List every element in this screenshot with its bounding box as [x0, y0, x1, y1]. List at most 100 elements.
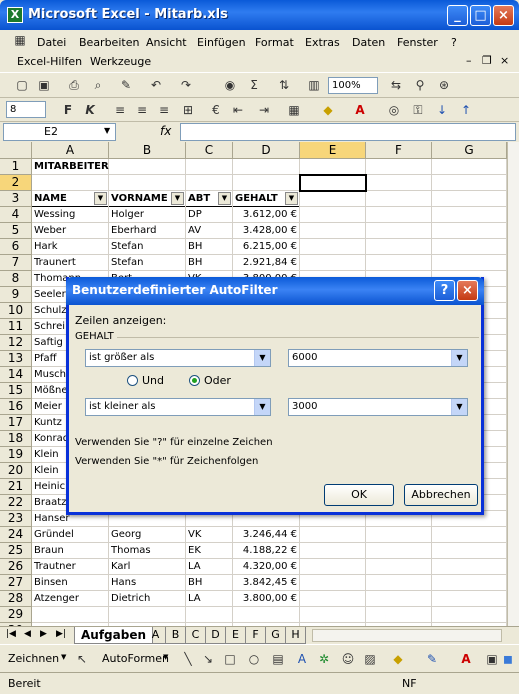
row-header-13[interactable]: 13 — [0, 351, 32, 367]
sheet-tab-a[interactable]: A — [146, 627, 166, 644]
table-cell[interactable]: 4.188,22 € — [233, 543, 299, 559]
row-header-2[interactable]: 2 — [0, 175, 32, 191]
sheet-tab-e[interactable]: E — [226, 627, 246, 644]
row-header-27[interactable]: 27 — [0, 575, 32, 591]
name-box-dropdown-icon[interactable]: ▼ — [104, 126, 110, 135]
dialog-close-button[interactable]: × — [457, 280, 478, 301]
3d-icon[interactable]: ◼ — [500, 651, 516, 667]
selected-cell-e2[interactable] — [299, 174, 367, 192]
oval-icon[interactable]: ○ — [246, 651, 262, 667]
shadow-icon[interactable]: ▣ — [484, 651, 500, 667]
diagram-icon[interactable]: ✲ — [316, 651, 332, 667]
menu-help[interactable]: ? — [451, 36, 457, 49]
table-cell[interactable]: 3.842,45 € — [233, 575, 299, 591]
table-cell[interactable]: LA — [186, 591, 232, 607]
row-header-26[interactable]: 26 — [0, 559, 32, 575]
doc-minimize-icon[interactable]: – — [466, 54, 472, 67]
align-right-icon[interactable]: ≡ — [156, 102, 172, 118]
row-header-4[interactable]: 4 — [0, 207, 32, 223]
table-cell[interactable]: Karl — [109, 559, 185, 575]
und-radio[interactable] — [127, 375, 138, 386]
column-header-g[interactable]: G — [432, 142, 507, 159]
picture-icon[interactable]: ▨ — [362, 651, 378, 667]
table-cell[interactable]: Stefan — [109, 255, 185, 271]
row-header-16[interactable]: 16 — [0, 399, 32, 415]
sheet-tab-h[interactable]: H — [286, 627, 306, 644]
chevron-down-icon[interactable]: ▼ — [451, 350, 467, 366]
sheet-tab-f[interactable]: F — [246, 627, 266, 644]
oder-radio[interactable] — [189, 375, 200, 386]
tab-prev-icon[interactable]: ◀ — [24, 629, 31, 639]
draw-menu-button[interactable]: Zeichnen — [8, 652, 59, 665]
sheet-tab-aufgaben[interactable]: Aufgaben — [74, 627, 154, 644]
preview-icon[interactable]: ⌕ — [90, 77, 106, 93]
close-button[interactable]: × — [493, 5, 514, 26]
autofilter-dropdown-icon[interactable]: ▼ — [171, 192, 184, 205]
doc-restore-icon[interactable]: ❐ — [482, 54, 492, 67]
rectangle-icon[interactable]: □ — [222, 651, 238, 667]
arrow-tool-icon[interactable]: ↘ — [200, 651, 216, 667]
save-icon[interactable]: ▣ — [36, 77, 52, 93]
sheet-tab-d[interactable]: D — [206, 627, 226, 644]
table-cell[interactable]: Gründel — [32, 527, 108, 543]
bold-button[interactable]: F — [60, 102, 76, 118]
row-header-29[interactable]: 29 — [0, 607, 32, 623]
fill-color-icon[interactable]: ◆ — [320, 102, 336, 118]
chevron-down-icon[interactable]: ▼ — [451, 399, 467, 415]
watch-icon[interactable]: ◎ — [386, 102, 402, 118]
sort-icon[interactable]: ⇅ — [276, 77, 292, 93]
merge-icon[interactable]: ⊞ — [180, 102, 196, 118]
minimize-button[interactable]: _ — [447, 5, 468, 26]
column-header-b[interactable]: B — [109, 142, 186, 159]
menu-daten[interactable]: Daten — [352, 36, 385, 49]
print-icon[interactable]: ⎙ — [66, 77, 82, 93]
table-cell[interactable]: DP — [186, 207, 232, 223]
menu-excel-hilfen[interactable]: Excel-Hilfen — [17, 55, 82, 68]
column-header-e[interactable]: E — [300, 142, 366, 159]
column-header-f[interactable]: F — [366, 142, 432, 159]
select-pointer-icon[interactable]: ↖ — [74, 651, 90, 667]
hyperlink-icon[interactable]: ◉ — [222, 77, 238, 93]
font-size-select[interactable]: 8 — [6, 101, 46, 118]
autoshapes-button[interactable]: AutoFormen — [102, 652, 169, 665]
row-header-6[interactable]: 6 — [0, 239, 32, 255]
row-header-5[interactable]: 5 — [0, 223, 32, 239]
sheet-tab-c[interactable]: C — [186, 627, 206, 644]
row-header-28[interactable]: 28 — [0, 591, 32, 607]
row-header-1[interactable]: 1 — [0, 159, 32, 175]
currency-icon[interactable]: € — [208, 102, 224, 118]
operator1-select[interactable]: ist größer als ▼ — [85, 349, 271, 367]
new-icon[interactable]: ▢ — [14, 77, 30, 93]
row-header-14[interactable]: 14 — [0, 367, 32, 383]
column-header-c[interactable]: C — [186, 142, 233, 159]
row-header-19[interactable]: 19 — [0, 447, 32, 463]
menu-bearbeiten[interactable]: Bearbeiten — [79, 36, 139, 49]
row-header-9[interactable]: 9 — [0, 287, 32, 303]
menu-datei[interactable]: Datei — [37, 36, 66, 49]
clipart-icon[interactable]: ☺ — [340, 651, 356, 667]
autofilter-dropdown-icon[interactable]: ▼ — [218, 192, 231, 205]
row-header-10[interactable]: 10 — [0, 303, 32, 319]
cancel-button[interactable]: Abbrechen — [404, 484, 478, 506]
menu-ansicht[interactable]: Ansicht — [146, 36, 187, 49]
table-cell[interactable]: BH — [186, 255, 232, 271]
row-header-3[interactable]: 3 — [0, 191, 32, 207]
table-cell[interactable]: 3.246,44 € — [233, 527, 299, 543]
menu-einfuegen[interactable]: Einfügen — [197, 36, 246, 49]
table-cell[interactable]: 3.428,00 € — [233, 223, 299, 239]
arrow-up-icon[interactable]: ↑ — [458, 102, 474, 118]
table-cell[interactable]: Trautner — [32, 559, 108, 575]
horizontal-scrollbar[interactable] — [312, 629, 502, 642]
row-header-24[interactable]: 24 — [0, 527, 32, 543]
row-header-22[interactable]: 22 — [0, 495, 32, 511]
table-cell[interactable]: Georg — [109, 527, 185, 543]
redo-icon[interactable]: ↷ — [178, 77, 194, 93]
line-icon[interactable]: ╲ — [180, 651, 196, 667]
table-cell[interactable]: Hark — [32, 239, 108, 255]
table-cell[interactable]: Hans — [109, 575, 185, 591]
row-header-23[interactable]: 23 — [0, 511, 32, 527]
arrow-down-icon[interactable]: ↓ — [434, 102, 450, 118]
table-cell[interactable]: 2.921,84 € — [233, 255, 299, 271]
table-cell[interactable]: Thomas — [109, 543, 185, 559]
operator2-select[interactable]: ist kleiner als ▼ — [85, 398, 271, 416]
